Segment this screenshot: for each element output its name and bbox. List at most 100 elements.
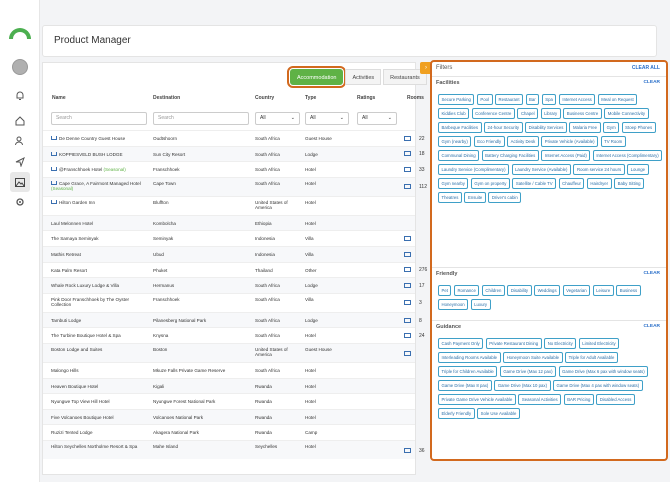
accommodation-name[interactable]: Nyungwe Top View Hill Hotel [51,399,110,404]
filter-tag[interactable]: Game Drive (Max 4 pax with window seats) [553,380,643,391]
filter-tag[interactable]: Disability [507,285,532,296]
accommodation-name[interactable]: De Denne Country Guest House [59,136,125,141]
filter-tag[interactable]: Limited Electricity [578,338,620,349]
filter-tag[interactable]: Children [481,285,505,296]
filter-tag[interactable]: Private Game Drive Vehicle Available [438,394,516,405]
filter-tag[interactable]: Chapel [517,108,539,119]
country-select[interactable]: All ⌄ [255,112,300,125]
filter-tag[interactable]: Battery Charging Facilities [481,150,539,161]
filter-tag[interactable]: Baby Sitting [614,178,645,189]
filter-tag[interactable]: Triple for Children Available [438,366,498,377]
table-row[interactable]: Pink Door Franschhoek by The Oyster Coll… [43,292,422,312]
table-row[interactable]: Cape Grace, A Fairmont Managed Hotel (Se… [43,176,427,196]
bed-icon[interactable] [404,184,411,190]
column-header-rooms[interactable]: Rooms [407,95,424,101]
filter-tag[interactable]: Seasonal Activities [518,394,562,405]
filter-tag[interactable]: Pet [438,285,452,296]
accommodation-name[interactable]: Ruzizi Tented Lodge [51,430,93,435]
filter-tag[interactable]: Chauffeur [558,178,585,189]
bed-icon[interactable] [404,236,411,242]
clear-all-button[interactable]: CLEAR ALL [632,65,660,71]
accommodation-name[interactable]: Malongo Hills [51,368,79,373]
bed-icon[interactable] [404,166,411,172]
table-row[interactable]: Ruzizi Tented Lodge Akagera National Park… [43,424,415,440]
filter-tag[interactable]: Lounge [627,164,649,175]
filter-tag[interactable]: Honeymoon Suite Available [503,352,563,363]
filter-tag[interactable]: Weddings [534,285,561,296]
bed-icon[interactable] [404,317,411,323]
clear-facilities-button[interactable]: CLEAR [643,80,660,85]
filter-tag[interactable]: Business [616,285,641,296]
filter-tag[interactable]: Meal on Request [597,94,638,105]
filter-tag[interactable]: Internet Access (Complimentary) [592,150,663,161]
image-icon[interactable] [10,172,30,192]
filter-tag[interactable]: Pool [476,94,493,105]
bed-icon[interactable] [404,267,411,273]
filter-tag[interactable]: Bar [525,94,540,105]
filter-tag[interactable]: Private Vehicle (Available) [541,136,599,147]
filter-tag[interactable]: Spa [541,94,557,105]
users-icon[interactable] [13,134,27,148]
bed-icon[interactable] [404,282,411,288]
bell-icon[interactable] [13,88,27,102]
filter-tag[interactable]: Vegetarian [562,285,591,296]
filter-tag[interactable]: Activity Desk [507,136,539,147]
filter-tag[interactable]: Internet Access (Paid) [541,150,591,161]
filter-tag[interactable]: Romance [453,285,480,296]
accommodation-name[interactable]: Hilton Seychelles Northolme Resort & Spa [51,444,137,449]
accommodation-name[interactable]: The Samaya Seminyak [51,236,99,241]
table-row[interactable]: Five Volcanoes Boutique Hotel Volcanoes N… [43,408,415,425]
accommodation-name[interactable]: Heaven Boutique Hotel [51,384,98,389]
filter-tag[interactable]: Interleading Rooms Available [438,352,501,363]
column-header-country[interactable]: Country [255,95,274,101]
table-row[interactable]: Hilton Garden Inn Bluffton United States o… [43,195,415,215]
filter-tag[interactable]: Eco Friendly [473,136,505,147]
accommodation-name[interactable]: Laul Melonnen Hotel [51,221,93,226]
accommodation-name[interactable]: Pink Door Franschhoek by The Oyster Coll… [51,297,129,307]
accommodation-name[interactable]: The Turbine Boutique Hotel & Spa [51,333,121,338]
table-row[interactable]: @Franschhoek Hotel (Seasonal) Franschhoek… [43,161,425,177]
table-row[interactable]: Whale Rock Luxury Lodge & Villa Hermanus S… [43,277,425,293]
column-header-destination[interactable]: Destination [153,95,180,101]
filter-tag[interactable]: Private Restaurant Dining [485,338,542,349]
filter-tag[interactable]: Stoep Phones [621,122,656,133]
name-search-input[interactable]: Search [51,112,147,125]
accommodation-name[interactable]: Mathis Retreat [51,252,81,257]
filter-tag[interactable]: Satellite / Cable TV [512,178,557,189]
filter-tag[interactable]: Library [540,108,561,119]
filter-tag[interactable]: Ensuite [464,192,486,203]
bed-icon[interactable] [404,251,411,257]
destination-search-input[interactable]: Search [153,112,249,125]
tab-activities[interactable]: Activities [345,69,382,85]
send-icon[interactable] [13,155,27,169]
table-row[interactable]: Laul Melonnen Hotel Kombolcha Ethiopia Hote… [43,214,415,231]
table-row[interactable]: De Denne Country Guest House Oudtshoorn So… [43,130,425,146]
filter-tag[interactable]: Gym [603,122,620,133]
home-icon[interactable] [13,114,27,128]
filter-tag[interactable]: Gym on property [470,178,510,189]
filter-tag[interactable]: Barbeque Facilities [438,122,482,133]
filter-tag[interactable]: Game Drive (Max 6 pax with window seats) [558,366,649,377]
table-row[interactable]: Tambuti Lodge Pilanesberg National Park So… [43,311,422,328]
filter-tag[interactable]: Restaurant [495,94,524,105]
table-row[interactable]: Boston Lodge and Suites Boston United Stat… [43,343,415,362]
bed-icon[interactable] [404,300,411,306]
filter-tag[interactable]: Game Drive (Max 12 pax) [499,366,557,377]
bed-icon[interactable] [404,151,411,157]
bed-icon[interactable] [404,333,411,339]
filter-tag[interactable]: Leisure [592,285,614,296]
filter-tag[interactable]: Communal Dining [438,150,480,161]
filter-tag[interactable]: Cash Payment Only [438,338,484,349]
bed-icon[interactable] [404,350,411,356]
tab-accommodation[interactable]: Accommodation [286,66,347,88]
table-row[interactable]: Hilton Seychelles Northolme Resort & Spa… [43,440,425,459]
filter-tag[interactable]: Laundry Service (Available) [511,164,571,175]
filter-tag[interactable]: Malaria Free [569,122,601,133]
settings-icon[interactable] [13,195,27,209]
filter-tag[interactable]: Disabled Access [596,394,635,405]
filter-tag[interactable]: BAR Pricing [563,394,594,405]
column-header-name[interactable]: Name [52,95,66,101]
accommodation-name[interactable]: Whale Rock Luxury Lodge & Villa [51,283,119,288]
filter-tag[interactable]: Internet Access [558,94,596,105]
filter-tag[interactable]: 24-hour Security [484,122,523,133]
